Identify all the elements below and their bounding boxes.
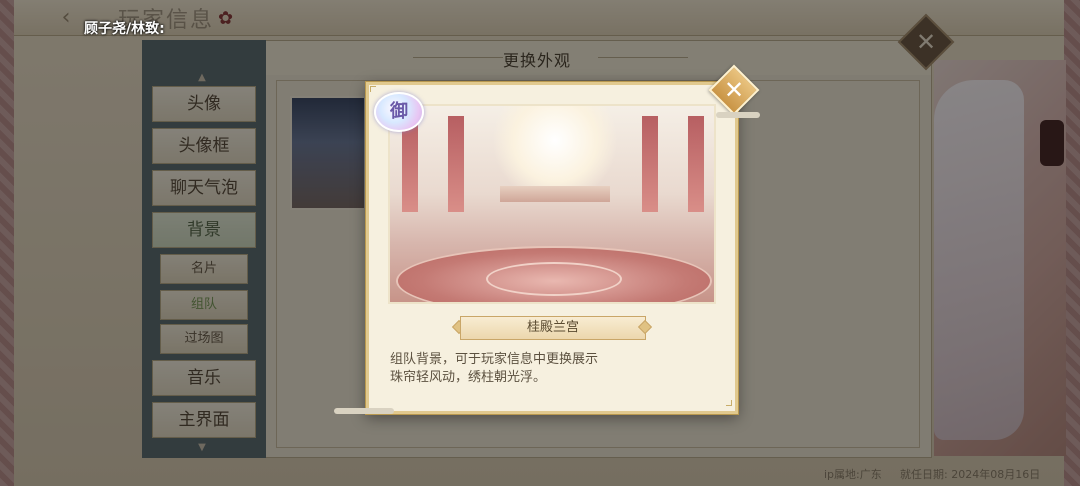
close-icon: ✕	[723, 76, 745, 104]
cloud-decoration	[334, 408, 394, 414]
item-description-line1: 组队背景，可于玩家信息中更换展示	[390, 352, 599, 367]
preview-rug-inner	[486, 262, 622, 296]
player-name: 顾子尧/林致:	[84, 21, 165, 37]
preview-pillar	[688, 116, 704, 212]
item-description-line2: 珠帘轻风动，绣柱朝光浮。	[390, 370, 547, 385]
modal-corner-decoration	[370, 86, 376, 92]
preview-light	[490, 106, 620, 192]
preview-pillar	[448, 116, 464, 212]
item-name: 桂殿兰宫	[460, 316, 646, 340]
cloud-decoration	[716, 112, 760, 118]
preview-pillar	[642, 116, 658, 212]
modal-corner-decoration	[726, 400, 732, 406]
preview-steps	[500, 186, 610, 202]
rarity-badge: 御	[374, 92, 424, 132]
